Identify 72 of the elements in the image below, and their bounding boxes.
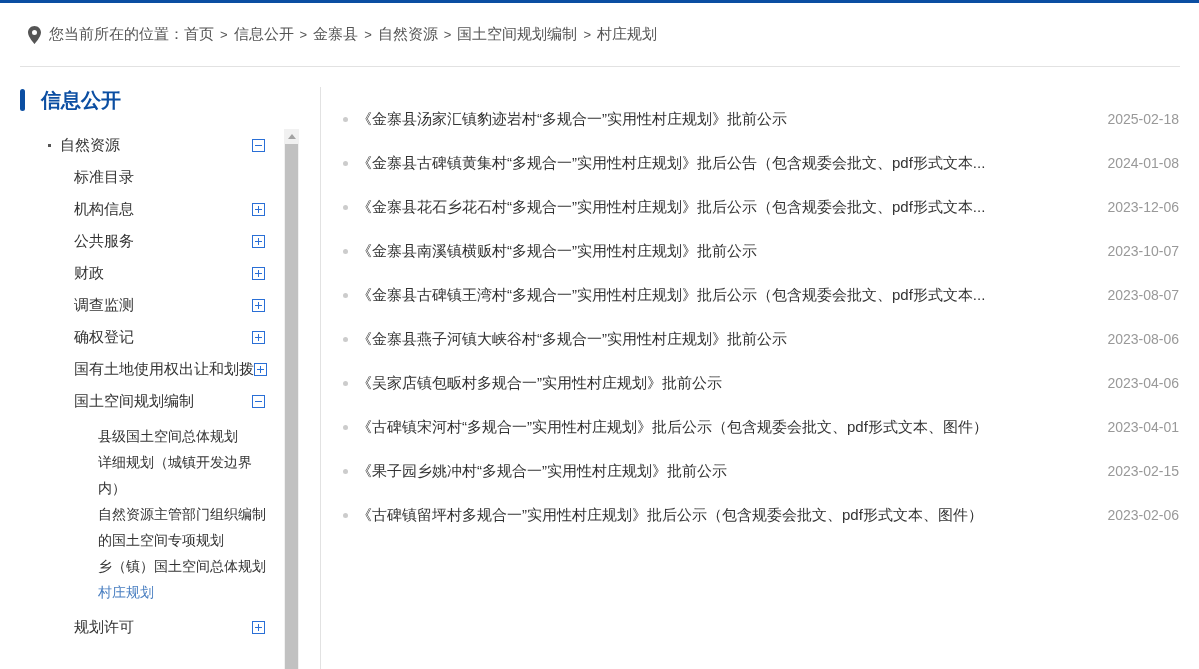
article-link[interactable]: 《金寨县古碑镇王湾村“多规合一”实用性村庄规划》批后公示（包含规委会批文、pdf形式文本...: [357, 283, 1108, 307]
article-link[interactable]: 《金寨县南溪镇横贩村“多规合一”实用性村庄规划》批前公示: [357, 239, 1108, 263]
tree-item[interactable]: 国有土地使用权出让和划拨: [74, 357, 254, 381]
article-date: 2023-04-01: [1107, 417, 1179, 437]
breadcrumb-separator: >: [220, 25, 228, 44]
expand-icon[interactable]: [252, 266, 265, 280]
bullet-icon: [343, 116, 348, 122]
bullet-icon: [343, 468, 348, 474]
tree-subitem[interactable]: 县级国土空间总体规划: [98, 423, 268, 449]
breadcrumb-separator: >: [583, 25, 591, 44]
breadcrumb-link[interactable]: 首页: [184, 23, 214, 46]
breadcrumb-link[interactable]: 自然资源: [377, 23, 438, 46]
breadcrumb-link[interactable]: 国土空间规划编制: [457, 23, 578, 46]
tree-item[interactable]: 机构信息: [74, 197, 252, 221]
tree-item[interactable]: 财政: [74, 261, 252, 285]
article-date: 2023-08-06: [1107, 329, 1179, 349]
scrollbar-thumb[interactable]: [285, 144, 298, 669]
article-link[interactable]: 《果子园乡姚冲村“多规合一”实用性村庄规划》批前公示: [357, 459, 1108, 483]
breadcrumb-separator: >: [364, 25, 372, 44]
tree-subitem[interactable]: 村庄规划: [98, 579, 268, 605]
breadcrumb-separator: >: [299, 25, 308, 44]
article-link[interactable]: 《古碑镇宋河村“多规合一”实用性村庄规划》批后公示（包含规委会批文、pdf形式文本、图件）: [357, 415, 1108, 439]
bullet-icon: [343, 424, 348, 430]
expand-icon[interactable]: [252, 234, 265, 248]
breadcrumb-separator: >: [443, 25, 452, 44]
bullet-icon: [343, 204, 348, 210]
tree-subitem[interactable]: 自然资源主管部门组织编制的国土空间专项规划: [98, 501, 268, 553]
bullet-icon: [343, 512, 348, 518]
expand-icon[interactable]: [252, 620, 265, 634]
collapse-icon[interactable]: [252, 138, 265, 152]
tree-item[interactable]: 标准目录: [74, 165, 265, 189]
tree-subitem[interactable]: 乡（镇）国土空间总体规划: [98, 553, 268, 579]
article-link[interactable]: 《金寨县汤家汇镇豹迹岩村“多规合一”实用性村庄规划》批前公示: [357, 107, 1108, 131]
tree-item[interactable]: 确权登记: [74, 325, 252, 349]
expand-icon[interactable]: [252, 330, 265, 344]
article-link[interactable]: 《金寨县燕子河镇大峡谷村“多规合一”实用性村庄规划》批前公示: [357, 327, 1108, 351]
bullet-icon: [343, 336, 348, 342]
scrollbar[interactable]: [284, 129, 299, 669]
article-date: 2025-02-18: [1107, 109, 1179, 129]
tree-item[interactable]: 国土空间规划编制: [74, 389, 252, 413]
article-date: 2023-08-07: [1107, 285, 1179, 305]
article-date: 2023-12-06: [1107, 197, 1179, 217]
location-pin-icon: [28, 25, 41, 44]
article-date: 2024-01-08: [1107, 153, 1179, 173]
tree-item[interactable]: 调查监测: [74, 293, 252, 317]
bullet-icon: [343, 380, 348, 386]
breadcrumb-link[interactable]: 村庄规划: [596, 23, 657, 46]
breadcrumb-link[interactable]: 信息公开: [233, 23, 294, 46]
article-link[interactable]: 《金寨县古碑镇黄集村“多规合一”实用性村庄规划》批后公告（包含规委会批文、pdf形式文本...: [357, 151, 1108, 175]
expand-icon[interactable]: [252, 298, 265, 312]
article-date: 2023-02-15: [1107, 461, 1179, 481]
collapse-icon[interactable]: [252, 394, 265, 408]
expand-icon[interactable]: [252, 202, 265, 216]
article-date: 2023-10-07: [1107, 241, 1179, 261]
tree-item[interactable]: 公共服务: [74, 229, 252, 253]
title-accent-bar: [20, 89, 25, 111]
article-link[interactable]: 《吴家店镇包畈村多规合一”实用性村庄规划》批前公示: [357, 371, 1108, 395]
tree-item[interactable]: 规划许可: [74, 615, 252, 639]
breadcrumb-label: 您当前所在的位置：: [49, 24, 184, 45]
bullet-icon: [343, 292, 348, 298]
tree-subitem[interactable]: 详细规划（城镇开发边界内）: [98, 449, 268, 501]
article-date: 2023-04-06: [1107, 373, 1179, 393]
bullet-icon: [343, 160, 348, 166]
bullet-icon: [48, 143, 51, 147]
tree-item[interactable]: 自然资源: [60, 133, 252, 157]
bullet-icon: [343, 248, 348, 254]
breadcrumb-link[interactable]: 金寨县: [313, 23, 359, 46]
article-date: 2023-02-06: [1107, 505, 1179, 525]
sidebar-title: 信息公开: [41, 88, 121, 113]
expand-icon[interactable]: [254, 362, 267, 376]
article-link[interactable]: 《古碑镇留坪村多规合一”实用性村庄规划》批后公示（包含规委会批文、pdf形式文本、图件）: [357, 503, 1108, 527]
article-link[interactable]: 《金寨县花石乡花石村“多规合一”实用性村庄规划》批后公示（包含规委会批文、pdf形式文本...: [357, 195, 1108, 219]
